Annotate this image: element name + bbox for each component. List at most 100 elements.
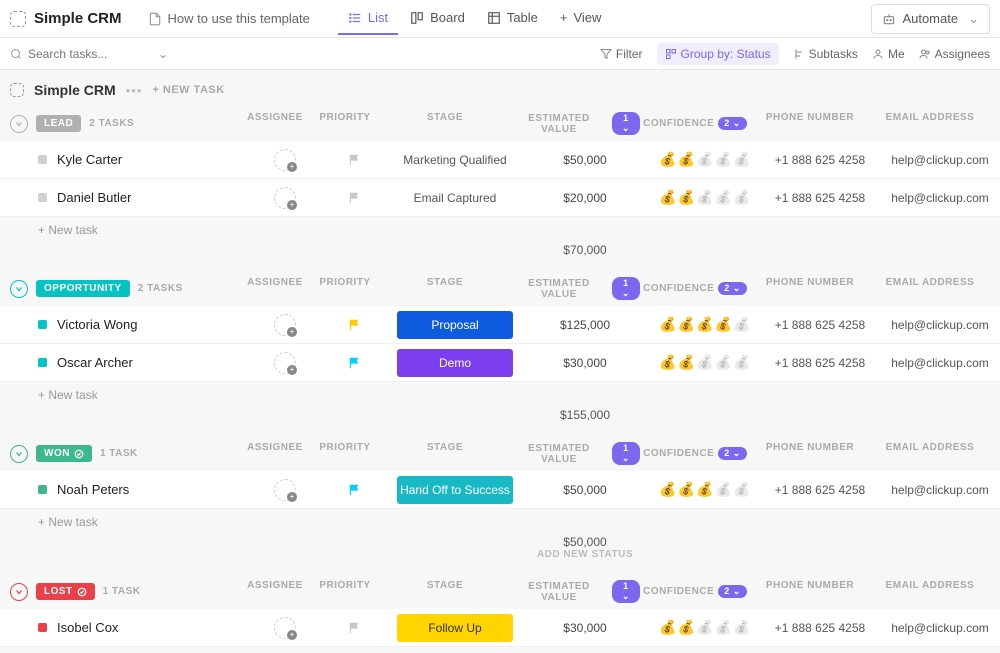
estimated-cell[interactable]: $20,000 — [520, 191, 650, 205]
col-assignee[interactable]: ASSIGNEE — [240, 277, 310, 300]
subtasks-button[interactable]: Subtasks — [793, 47, 858, 61]
stage-label[interactable]: Marketing Qualified — [403, 153, 506, 167]
assignee-cell[interactable] — [250, 479, 320, 501]
task-row[interactable]: Kyle Carter Marketing Qualified $50,000 … — [0, 141, 1000, 179]
view-add[interactable]: + View — [550, 2, 612, 35]
col-confidence[interactable]: CONFIDENCE2 ⌄ — [640, 112, 750, 135]
col-assignee[interactable]: ASSIGNEE — [240, 442, 310, 465]
task-name[interactable]: Kyle Carter — [57, 152, 250, 167]
filter-button[interactable]: Filter — [600, 47, 643, 61]
col-phone[interactable]: PHONE NUMBER — [750, 580, 870, 603]
assignee-cell[interactable] — [250, 352, 320, 374]
collapse-toggle[interactable] — [10, 115, 28, 133]
estimated-cell[interactable]: $30,000 — [520, 621, 650, 635]
stage-cell[interactable]: Proposal — [390, 311, 520, 339]
col-email[interactable]: EMAIL ADDRESS — [870, 580, 990, 603]
confidence-cell[interactable]: 💰💰💰💰💰 — [650, 481, 760, 498]
avatar-add-icon[interactable] — [274, 479, 296, 501]
avatar-add-icon[interactable] — [274, 352, 296, 374]
task-name[interactable]: Oscar Archer — [57, 355, 250, 370]
col-estimated[interactable]: ESTIMATED VALUE1 ⌄ — [510, 442, 640, 465]
new-task-row[interactable]: + New task — [0, 509, 1000, 535]
new-task-row[interactable]: + New task — [0, 217, 1000, 243]
stage-cell[interactable]: Demo — [390, 349, 520, 377]
task-row[interactable]: Isobel Cox Follow Up $30,000 💰💰💰💰💰 +1 88… — [0, 609, 1000, 647]
phone-cell[interactable]: +1 888 625 4258 — [760, 483, 880, 497]
col-priority[interactable]: PRIORITY — [310, 580, 380, 603]
phone-cell[interactable]: +1 888 625 4258 — [760, 191, 880, 205]
phone-cell[interactable]: +1 888 625 4258 — [760, 621, 880, 635]
assignees-button[interactable]: Assignees — [919, 47, 990, 61]
new-task-row[interactable]: + New task — [0, 382, 1000, 408]
status-pill[interactable]: LEAD — [36, 115, 81, 132]
stage-cell[interactable]: Follow Up — [390, 614, 520, 642]
col-confidence[interactable]: CONFIDENCE2 ⌄ — [640, 580, 750, 603]
view-board[interactable]: Board — [400, 2, 475, 35]
new-task-button[interactable]: + NEW TASK — [152, 84, 224, 96]
more-icon[interactable]: ••• — [126, 83, 143, 98]
task-name[interactable]: Isobel Cox — [57, 620, 250, 635]
col-priority[interactable]: PRIORITY — [310, 112, 380, 135]
avatar-add-icon[interactable] — [274, 314, 296, 336]
stage-chip[interactable]: Proposal — [397, 311, 513, 339]
priority-cell[interactable] — [320, 318, 390, 332]
stage-cell[interactable]: Marketing Qualified — [390, 153, 520, 167]
task-name[interactable]: Noah Peters — [57, 482, 250, 497]
me-button[interactable]: Me — [872, 47, 905, 61]
task-row[interactable]: Oscar Archer Demo $30,000 💰💰💰💰💰 +1 888 6… — [0, 344, 1000, 382]
estimated-cell[interactable]: $50,000 — [520, 483, 650, 497]
col-email[interactable]: EMAIL ADDRESS — [870, 277, 990, 300]
col-stage[interactable]: STAGE — [380, 580, 510, 603]
col-assignee[interactable]: ASSIGNEE — [240, 112, 310, 135]
col-estimated[interactable]: ESTIMATED VALUE1 ⌄ — [510, 580, 640, 603]
stage-label[interactable]: Email Captured — [414, 191, 497, 205]
assignee-cell[interactable] — [250, 187, 320, 209]
col-confidence[interactable]: CONFIDENCE2 ⌄ — [640, 277, 750, 300]
collapse-toggle[interactable] — [10, 280, 28, 298]
email-cell[interactable]: help@clickup.com — [880, 621, 1000, 635]
avatar-add-icon[interactable] — [274, 617, 296, 639]
col-phone[interactable]: PHONE NUMBER — [750, 112, 870, 135]
phone-cell[interactable]: +1 888 625 4258 — [760, 356, 880, 370]
collapse-toggle[interactable] — [10, 583, 28, 601]
stage-cell[interactable]: Email Captured — [390, 191, 520, 205]
priority-cell[interactable] — [320, 153, 390, 167]
confidence-cell[interactable]: 💰💰💰💰💰 — [650, 354, 760, 371]
email-cell[interactable]: help@clickup.com — [880, 356, 1000, 370]
task-row[interactable]: Noah Peters Hand Off to Success $50,000 … — [0, 471, 1000, 509]
confidence-cell[interactable]: 💰💰💰💰💰 — [650, 316, 760, 333]
email-cell[interactable]: help@clickup.com — [880, 153, 1000, 167]
stage-chip[interactable]: Demo — [397, 349, 513, 377]
stage-chip[interactable]: Follow Up — [397, 614, 513, 642]
template-link[interactable]: How to use this template — [140, 7, 318, 30]
search-wrap[interactable]: ⌄ — [10, 47, 170, 61]
col-confidence[interactable]: CONFIDENCE2 ⌄ — [640, 442, 750, 465]
priority-cell[interactable] — [320, 191, 390, 205]
estimated-cell[interactable]: $125,000 — [520, 318, 650, 332]
priority-cell[interactable] — [320, 356, 390, 370]
confidence-cell[interactable]: 💰💰💰💰💰 — [650, 151, 760, 168]
email-cell[interactable]: help@clickup.com — [880, 191, 1000, 205]
phone-cell[interactable]: +1 888 625 4258 — [760, 153, 880, 167]
col-estimated[interactable]: ESTIMATED VALUE1 ⌄ — [510, 112, 640, 135]
avatar-add-icon[interactable] — [274, 149, 296, 171]
estimated-cell[interactable]: $50,000 — [520, 153, 650, 167]
search-input[interactable] — [28, 47, 148, 61]
confidence-cell[interactable]: 💰💰💰💰💰 — [650, 619, 760, 636]
view-list[interactable]: List — [338, 2, 398, 35]
priority-cell[interactable] — [320, 621, 390, 635]
col-estimated[interactable]: ESTIMATED VALUE1 ⌄ — [510, 277, 640, 300]
col-stage[interactable]: STAGE — [380, 112, 510, 135]
chevron-down-icon[interactable]: ⌄ — [158, 47, 168, 61]
col-email[interactable]: EMAIL ADDRESS — [870, 112, 990, 135]
col-assignee[interactable]: ASSIGNEE — [240, 580, 310, 603]
avatar-add-icon[interactable] — [274, 187, 296, 209]
task-name[interactable]: Daniel Butler — [57, 190, 250, 205]
automate-button[interactable]: Automate ⌄ — [871, 4, 990, 34]
stage-cell[interactable]: Hand Off to Success — [390, 476, 520, 504]
task-row[interactable]: Daniel Butler Email Captured $20,000 💰💰💰… — [0, 179, 1000, 217]
assignee-cell[interactable] — [250, 617, 320, 639]
group-by-button[interactable]: Group by: Status — [657, 43, 779, 65]
confidence-cell[interactable]: 💰💰💰💰💰 — [650, 189, 760, 206]
assignee-cell[interactable] — [250, 314, 320, 336]
